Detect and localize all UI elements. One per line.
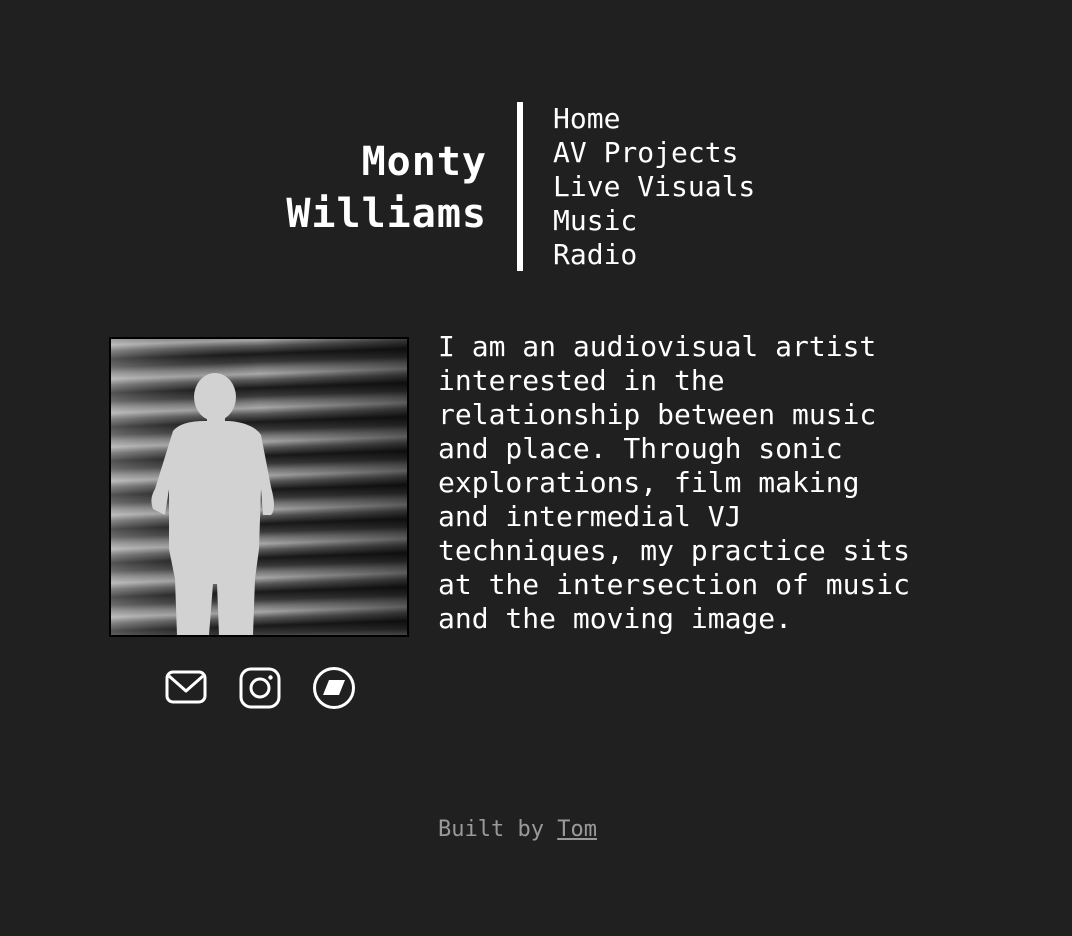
instagram-icon[interactable] [238,664,282,712]
site-title[interactable]: Monty Williams [200,136,487,240]
bio-text: I am an audiovisual artist interested in… [438,330,911,635]
nav-item-home[interactable]: Home [553,102,755,136]
main-nav: Home AV Projects Live Visuals Music Radi… [553,102,755,272]
site-title-line1: Monty [361,139,487,185]
social-links [164,664,356,712]
bandcamp-icon[interactable] [312,664,356,712]
site-title-line2: Williams [286,191,487,237]
nav-item-music[interactable]: Music [553,204,755,238]
nav-item-live-visuals[interactable]: Live Visuals [553,170,755,204]
footer: Built by Tom [438,815,597,845]
portrait-image [109,337,409,637]
nav-item-av-projects[interactable]: AV Projects [553,136,755,170]
page: Monty Williams Home AV Projects Live Vis… [0,0,1072,936]
mail-icon[interactable] [164,664,208,712]
portrait-silhouette [111,339,407,635]
footer-author-link[interactable]: Tom [557,817,597,842]
nav-item-radio[interactable]: Radio [553,238,755,272]
header-divider [517,102,523,271]
footer-prefix: Built by [438,817,558,842]
